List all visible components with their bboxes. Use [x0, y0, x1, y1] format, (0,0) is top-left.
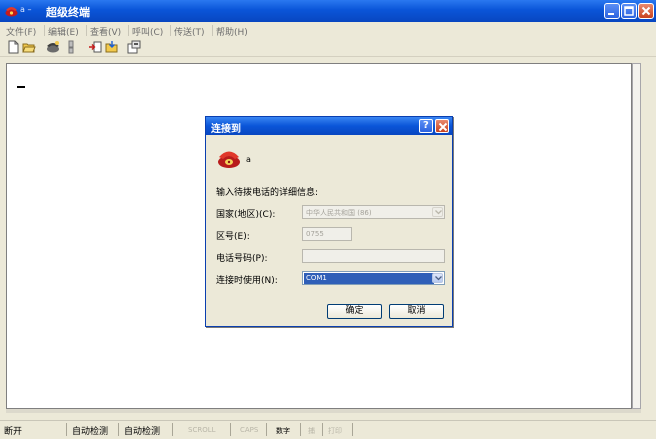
cancel-button[interactable]: 取消 [389, 304, 444, 319]
status-separator [230, 423, 231, 436]
area-code-label: 区号(E): [216, 232, 250, 242]
window-title: 超级终端 [46, 6, 90, 19]
phone-connection-icon [218, 151, 240, 168]
toolbar [0, 38, 656, 57]
dialog-help-button[interactable]: ? [419, 119, 433, 133]
connect-using-dropdown-button[interactable] [432, 273, 443, 283]
menu-separator [86, 25, 87, 36]
phone-number-input[interactable] [302, 249, 445, 263]
area-code-input[interactable]: 0755 [302, 227, 352, 241]
status-separator [172, 423, 173, 436]
auto-detect-emulation: 自动检测 [72, 427, 109, 437]
dialog-title: 连接到 [211, 124, 241, 135]
num-lock-indicator: 数字 [276, 427, 290, 435]
close-icon [641, 6, 651, 16]
close-icon [438, 122, 448, 132]
menu-view[interactable]: 查看(V) [90, 25, 121, 38]
maximize-icon [624, 6, 634, 16]
disconnect-icon[interactable] [64, 40, 78, 54]
minimize-icon [608, 13, 614, 15]
chevron-down-icon [435, 210, 442, 215]
app-icon-subtitle: a – [20, 5, 32, 14]
connection-status: 断开 [4, 427, 23, 437]
status-separator [352, 423, 353, 436]
status-bar: 断开 自动检测 自动检测 SCROLL CAPS 数字 捕 打印 [0, 420, 656, 439]
title-bar[interactable]: a – 超级终端 [0, 0, 656, 22]
help-icon: ? [423, 120, 429, 131]
status-separator [118, 423, 119, 436]
auto-detect-settings: 自动检测 [124, 427, 161, 437]
print-echo-indicator: 打印 [328, 427, 342, 435]
open-folder-icon[interactable] [22, 40, 36, 54]
send-file-icon[interactable] [88, 40, 102, 54]
new-file-icon[interactable] [6, 40, 20, 54]
phone-number-label: 电话号码(P): [216, 254, 268, 264]
status-separator [300, 423, 301, 436]
area-code-value: 0755 [306, 230, 324, 238]
capture-indicator: 捕 [308, 427, 315, 435]
text-cursor [17, 86, 25, 88]
country-dropdown-button[interactable] [432, 207, 443, 217]
dialog-connection-name: a [246, 155, 251, 164]
connect-using-label: 连接时使用(N): [216, 276, 278, 286]
country-label: 国家(地区)(C): [216, 210, 276, 220]
dialog-prompt: 输入待拨电话的详细信息: [216, 188, 319, 198]
connect-using-value: COM1 [304, 273, 434, 284]
minimize-button[interactable] [604, 3, 620, 19]
vertical-scrollbar[interactable] [632, 63, 641, 409]
connect-phone-icon[interactable] [46, 40, 60, 54]
scroll-lock-indicator: SCROLL [188, 426, 216, 434]
menu-help[interactable]: 帮助(H) [216, 25, 248, 38]
chevron-down-icon [435, 276, 442, 281]
hyperterminal-phone-icon [5, 7, 18, 17]
menu-separator [212, 25, 213, 36]
receive-file-icon[interactable] [105, 40, 119, 54]
caps-lock-indicator: CAPS [240, 426, 259, 434]
connect-using-select[interactable]: COM1 [302, 271, 445, 285]
dialog-close-button[interactable] [435, 119, 449, 133]
menu-file[interactable]: 文件(F) [6, 25, 36, 38]
country-select[interactable]: 中华人民共和国 (86) [302, 205, 445, 219]
menu-separator [170, 25, 171, 36]
properties-icon[interactable] [127, 40, 141, 54]
status-separator [322, 423, 323, 436]
dialog-title-bar[interactable]: 连接到 ? [206, 117, 452, 135]
menu-edit[interactable]: 编辑(E) [48, 25, 79, 38]
menu-separator [44, 25, 45, 36]
menu-transfer[interactable]: 传送(T) [174, 25, 205, 38]
connect-to-dialog: 连接到 ? a 输入待拨电话的详细信息: 国家(地区)(C): 中华人民共和国 … [205, 116, 453, 327]
menu-call[interactable]: 呼叫(C) [132, 25, 163, 38]
menu-bar: 文件(F) 编辑(E) 查看(V) 呼叫(C) 传送(T) 帮助(H) [0, 23, 656, 38]
close-button[interactable] [638, 3, 654, 19]
maximize-button[interactable] [621, 3, 637, 19]
horizontal-scroll-area [6, 409, 641, 413]
ok-button[interactable]: 确定 [327, 304, 382, 319]
menu-separator [128, 25, 129, 36]
status-separator [66, 423, 67, 436]
status-separator [266, 423, 267, 436]
country-value: 中华人民共和国 (86) [306, 209, 372, 217]
